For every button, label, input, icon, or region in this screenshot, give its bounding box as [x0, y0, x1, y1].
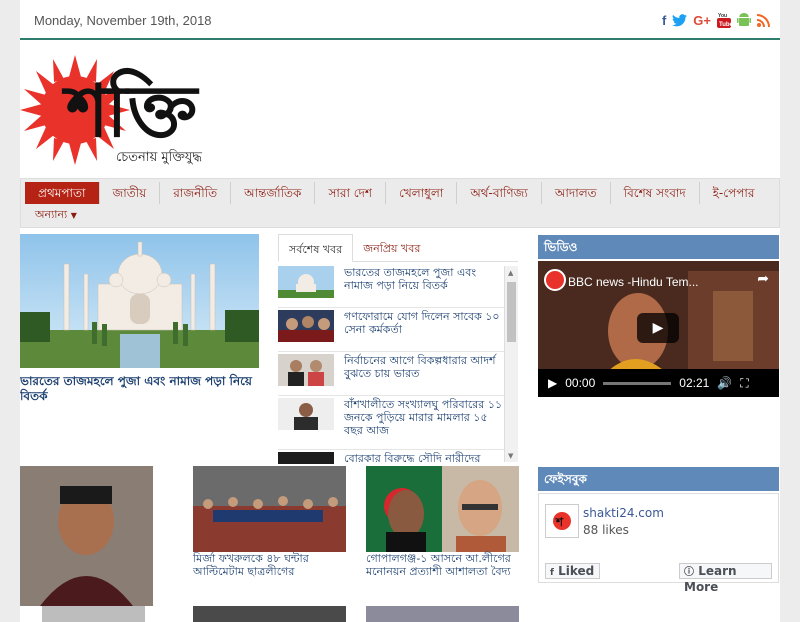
info-icon: ⓘ — [684, 567, 694, 578]
card-image[interactable] — [193, 606, 346, 622]
learn-more-button[interactable]: ⓘ Learn More — [679, 563, 772, 594]
news-thumbnail — [278, 354, 334, 386]
card-title[interactable]: গোপালগঞ্জ-১ আসনে আ.লীগের মনোনয়ন প্রত্যা… — [366, 552, 526, 578]
card-image[interactable] — [20, 466, 153, 606]
fb-icon: f — [550, 568, 554, 578]
volume-icon[interactable]: 🔊 — [717, 376, 732, 390]
caret-down-icon: ▼ — [70, 211, 77, 220]
news-tabs: সর্বশেষ খবর জনপ্রিয় খবর — [278, 234, 518, 262]
scroll-up-icon[interactable]: ▲ — [508, 269, 513, 277]
list-item[interactable]: গণফোরামে যোগ দিলেন সাবেক ১০ সেনা কর্মকর্… — [278, 308, 518, 352]
featured-title[interactable]: ভারতের তাজমহলে পুজা এবং নামাজ পড়া নিয়ে… — [20, 374, 265, 404]
nav-item[interactable]: রাজনীতি — [160, 181, 232, 204]
news-scrollbar[interactable]: ▲ ▼ — [504, 266, 518, 462]
rss-icon[interactable] — [757, 12, 770, 28]
play-icon[interactable]: ▶ — [548, 376, 557, 390]
card-image[interactable] — [42, 606, 145, 622]
facebook-widget-header: ফেইসবুক — [538, 467, 779, 491]
nav-item[interactable]: বিশেষ সংবাদ — [611, 181, 700, 204]
nav-item-more[interactable]: অন্যান্য ▼ — [21, 206, 779, 226]
page-name[interactable]: shakti24.com — [583, 506, 664, 520]
news-list: ভারতের তাজমহলে পুজা এবং নামাজ পড়া নিয়ে… — [278, 264, 518, 464]
nav-item[interactable]: সারা দেশ — [315, 181, 387, 204]
logo-tagline: চেতনায় মুক্তিযুদ্ধ — [116, 150, 202, 165]
news-title: ভারতের তাজমহলে পুজা এবং নামাজ পড়া নিয়ে… — [344, 266, 477, 292]
news-title: নির্বাচনের আগে বিকল্পধারার আদর্শ বুঝতে চ… — [344, 354, 496, 380]
main-navigation: প্রথমপাতা জাতীয় রাজনীতি আন্তর্জাতিক সারা দে… — [20, 178, 780, 228]
news-title: বোরকার বিরুদ্ধে সৌদি নারীদের — [344, 452, 481, 464]
video-title[interactable]: BBC news -Hindu Tem... — [568, 275, 699, 289]
video-widget-header: ভিডিও — [538, 235, 779, 259]
youtube-icon[interactable]: You Tube — [717, 12, 731, 28]
page-avatar[interactable]: শ — [545, 504, 579, 538]
share-icon[interactable]: ➦ — [757, 271, 769, 287]
svg-text:You: You — [718, 13, 727, 19]
news-thumbnail — [278, 310, 334, 342]
tab-popular[interactable]: জনপ্রিয় খবর — [353, 234, 430, 261]
list-item[interactable]: ভারতের তাজমহলে পুজা এবং নামাজ পড়া নিয়ে… — [278, 264, 518, 308]
liked-label: Liked — [558, 564, 595, 578]
fullscreen-icon[interactable]: ⛶ — [740, 376, 748, 391]
current-date: Monday, November 19th, 2018 — [34, 13, 212, 28]
page: Monday, November 19th, 2018 f G+ You Tube — [20, 0, 780, 622]
card-title[interactable]: মির্জা ফখরুলকে ৪৮ ঘন্টার আল্টিমেটাম ছাত্… — [193, 552, 353, 578]
facebook-page-box: শ shakti24.com 88 likes f Liked ⓘ Learn … — [538, 493, 779, 594]
google-plus-icon[interactable]: G+ — [693, 12, 711, 28]
current-time: 00:00 — [565, 376, 596, 390]
nav-item[interactable]: অর্থ-বাণিজ্য — [457, 181, 542, 204]
channel-avatar[interactable] — [544, 269, 566, 291]
scroll-down-icon[interactable]: ▼ — [508, 452, 513, 460]
svg-text:Tube: Tube — [719, 22, 731, 28]
nav-item-label: অন্যান্য — [35, 208, 68, 221]
card-image[interactable] — [366, 466, 519, 552]
news-thumbnail — [278, 452, 334, 464]
nav-item[interactable]: আদালত — [542, 181, 611, 204]
nav-item[interactable]: খেলাধুলা — [386, 181, 458, 204]
duration: 02:21 — [679, 376, 710, 390]
top-bar: Monday, November 19th, 2018 f G+ You Tube — [20, 0, 780, 40]
liked-button[interactable]: f Liked — [545, 563, 600, 579]
progress-bar[interactable] — [603, 381, 672, 385]
video-controls: ▶ 00:00 02:21 🔊 ⛶ — [538, 369, 779, 397]
news-thumbnail — [278, 266, 334, 298]
news-title: গণফোরামে যোগ দিলেন সাবেক ১০ সেনা কর্মকর্… — [344, 310, 500, 336]
site-logo[interactable]: শক্তি চেতনায় মুক্তিযুদ্ধ — [20, 45, 270, 175]
featured-image[interactable] — [20, 234, 259, 368]
android-icon[interactable] — [737, 12, 751, 28]
nav-item[interactable]: আন্তর্জাতিক — [231, 181, 316, 204]
list-item[interactable]: নির্বাচনের আগে বিকল্পধারার আদর্শ বুঝতে চ… — [278, 352, 518, 396]
nav-item[interactable]: ই-পেপার — [700, 182, 768, 204]
news-title: বাঁশখালীতে সংখ্যালঘু পরিবারের ১১ জনকে পু… — [344, 398, 503, 437]
social-links: f G+ You Tube — [662, 12, 770, 28]
news-thumbnail — [278, 398, 334, 430]
video-player[interactable]: BBC news -Hindu Tem... ➦ ▶ ▶ 00:00 02:21… — [538, 261, 779, 397]
svg-text:শ: শ — [555, 515, 564, 529]
nav-item[interactable]: প্রথমপাতা — [25, 181, 100, 204]
twitter-icon[interactable] — [672, 12, 688, 28]
facebook-icon[interactable]: f — [662, 12, 666, 28]
card-image[interactable] — [366, 606, 519, 622]
list-item[interactable]: বোরকার বিরুদ্ধে সৌদি নারীদের — [278, 450, 518, 464]
page-likes: 88 likes — [583, 523, 629, 537]
tab-latest[interactable]: সর্বশেষ খবর — [278, 234, 354, 262]
card-image[interactable] — [193, 466, 346, 552]
list-item[interactable]: বাঁশখালীতে সংখ্যালঘু পরিবারের ১১ জনকে পু… — [278, 396, 518, 450]
play-overlay-icon[interactable]: ▶ — [637, 313, 679, 343]
nav-item[interactable]: জাতীয় — [100, 181, 161, 204]
scroll-thumb[interactable] — [507, 282, 516, 342]
